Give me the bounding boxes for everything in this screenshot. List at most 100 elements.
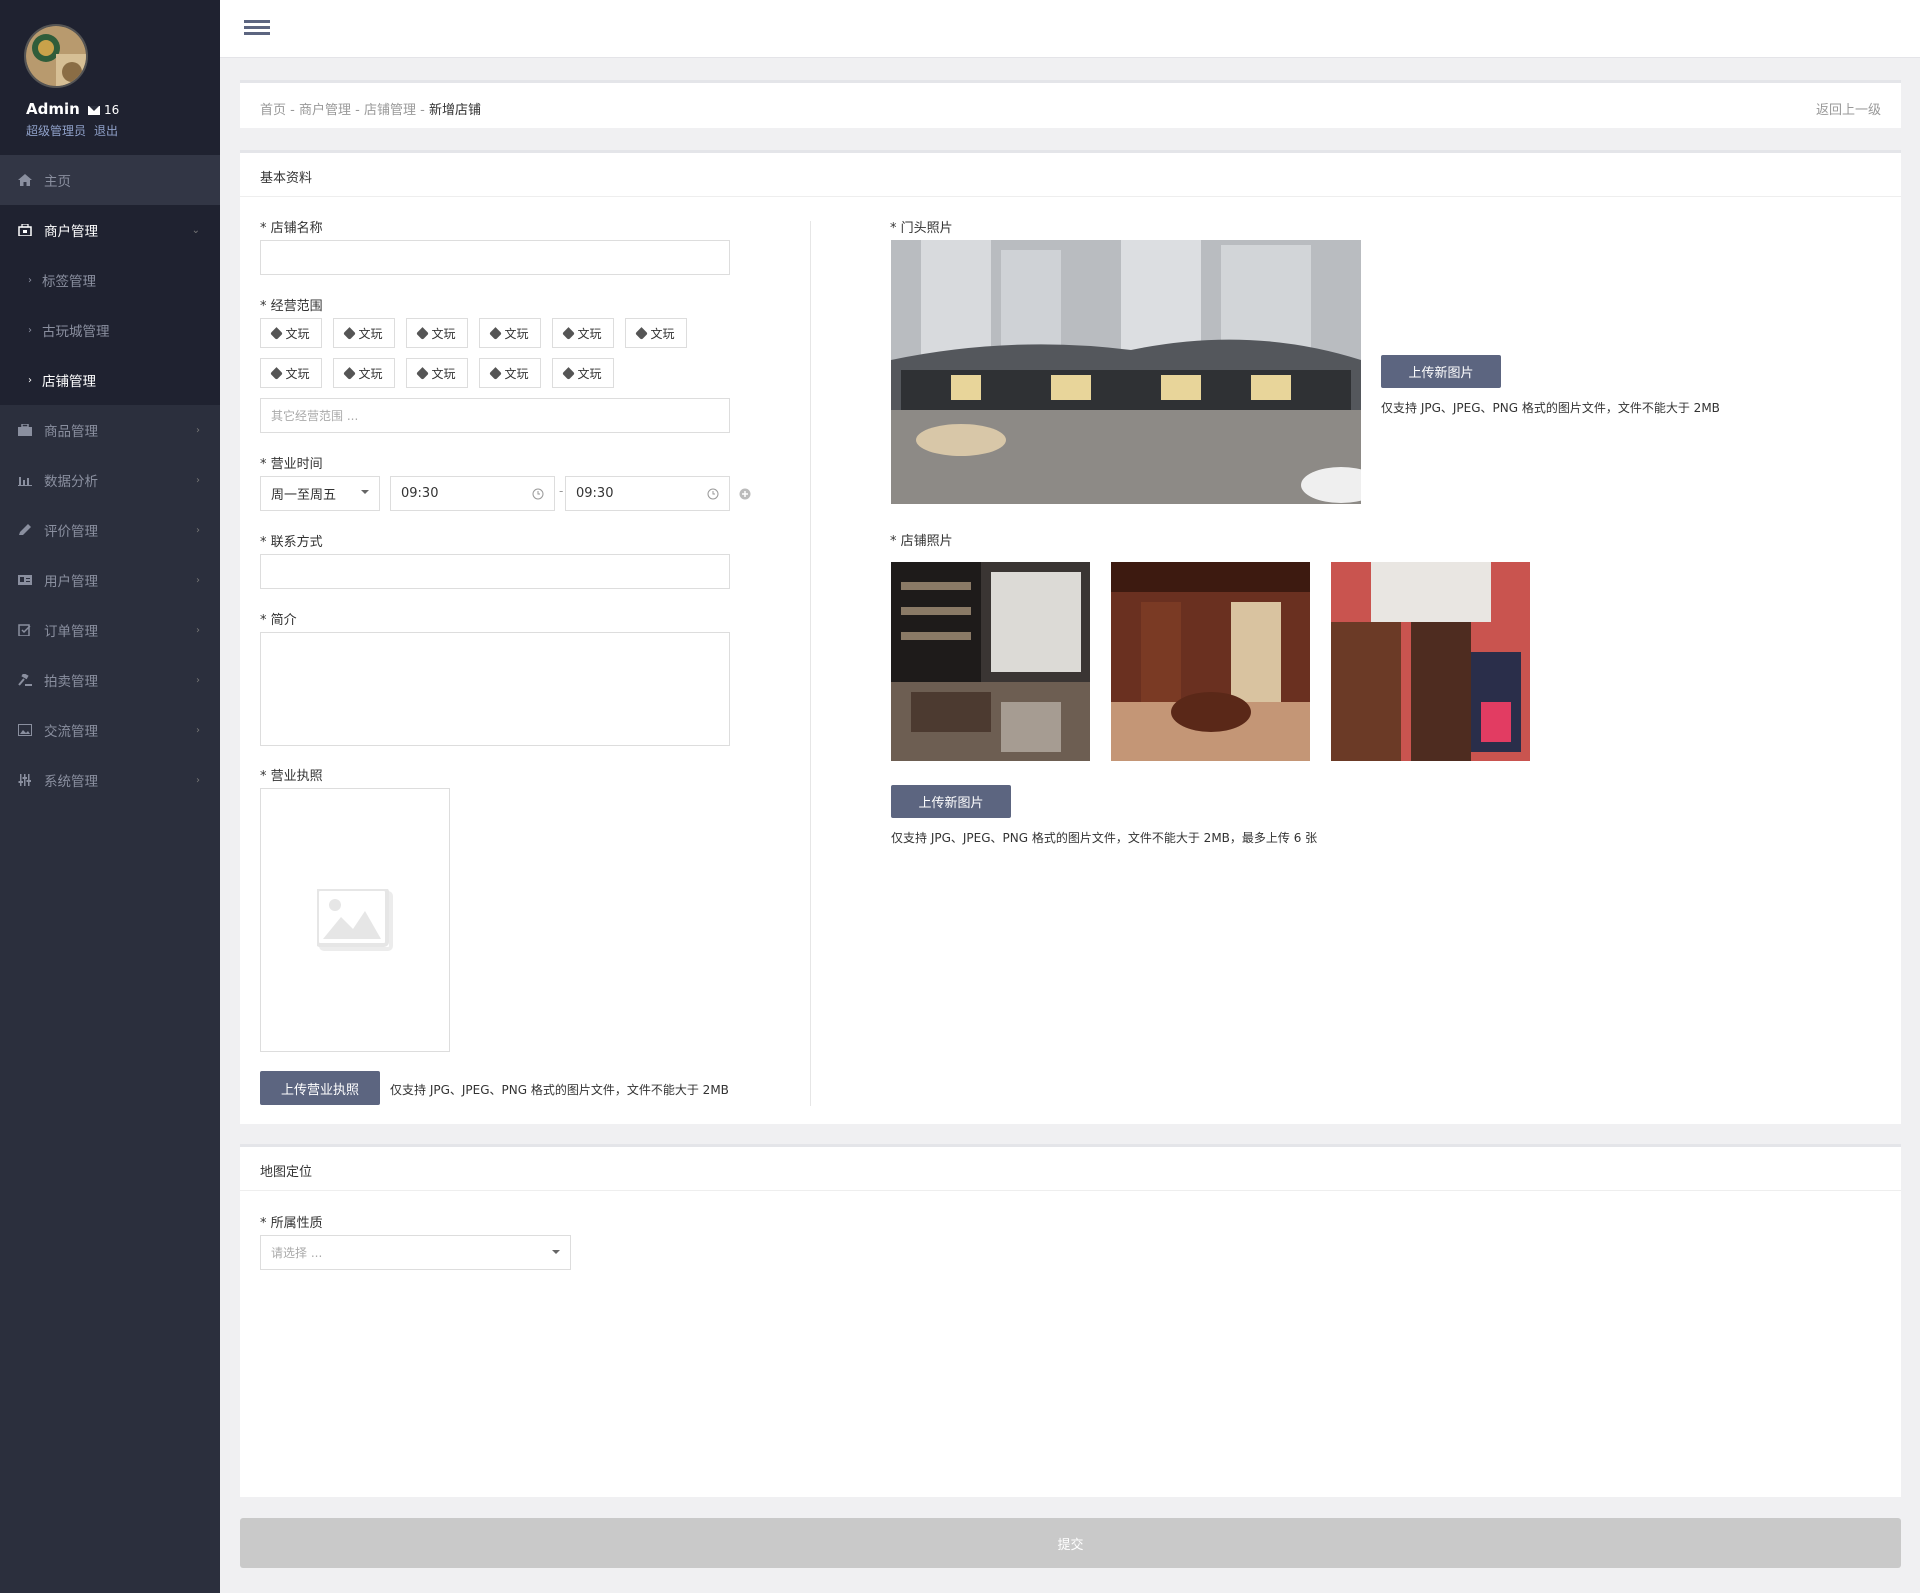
gavel-icon [18, 674, 32, 686]
nature-select[interactable]: 请选择 ... [260, 1235, 571, 1270]
scope-other-placeholder: 其它经营范围 ... [271, 409, 359, 423]
scope-tag[interactable]: 文玩 [625, 318, 687, 348]
license-preview[interactable] [260, 788, 450, 1052]
mail-badge[interactable]: 16 [88, 103, 119, 117]
scope-tag[interactable]: 文玩 [333, 318, 395, 348]
scope-tag[interactable]: 文玩 [406, 318, 468, 348]
envelope-icon [88, 105, 100, 115]
scope-tag[interactable]: 文玩 [260, 358, 322, 388]
upload-license-button[interactable]: 上传营业执照 [260, 1071, 380, 1105]
nav-tag-manage-label: 标签管理 [42, 274, 96, 290]
nav-goods[interactable]: 商品管理 › [0, 405, 220, 455]
breadcrumb-shop[interactable]: 店铺管理 [364, 103, 416, 118]
shop-photo-1[interactable] [891, 562, 1090, 761]
role-label: 超级管理员 [26, 124, 87, 138]
nav-orders-label: 订单管理 [44, 624, 98, 640]
scope-tag-label: 文玩 [504, 366, 529, 381]
shop-icon [18, 224, 32, 236]
scope-tag[interactable]: 文玩 [406, 358, 468, 388]
shop-photos-label: 店铺照片 [890, 530, 953, 549]
nav-merchant-label: 商户管理 [44, 224, 98, 240]
shop-name-input[interactable] [260, 240, 730, 275]
nature-placeholder: 请选择 ... [271, 1246, 323, 1260]
nav-users[interactable]: 用户管理 › [0, 555, 220, 605]
image-placeholder-icon [317, 889, 393, 951]
scope-tag[interactable]: 文玩 [552, 358, 614, 388]
tag-icon [489, 366, 503, 380]
breadcrumb-current: 新增店铺 [428, 103, 481, 118]
caret-down-icon [361, 490, 369, 494]
front-photo[interactable] [891, 240, 1361, 504]
shop-photo-2[interactable] [1111, 562, 1310, 761]
shop-photos-hint: 仅支持 JPG、JPEG、PNG 格式的图片文件，文件不能大于 2MB，最多上传… [891, 831, 1318, 845]
scope-tag-label: 文玩 [577, 366, 602, 381]
hours-end-value: 09:30 [576, 486, 614, 501]
hours-start-input[interactable]: 09:30 [390, 476, 555, 511]
hours-separator: - [559, 484, 564, 498]
breadcrumb-card: 首页 - 商户管理 - 店铺管理 - 新增店铺 返回上一级 [240, 80, 1901, 128]
nav-tag-manage[interactable]: › 标签管理 [0, 255, 220, 305]
clipboard-icon [18, 624, 31, 636]
nav-orders[interactable]: 订单管理 › [0, 605, 220, 655]
map-card: 地图定位 所属性质 请选择 ... [240, 1144, 1901, 1497]
basic-info-title: 基本资料 [240, 153, 1901, 197]
sidebar: Admin 16 超级管理员 退出 主页 商户管理 ⌄ › 标签管理 › 古玩城管理 … [0, 0, 220, 1593]
scope-tag-label: 文玩 [504, 326, 529, 341]
tag-icon [562, 326, 576, 340]
tag-icon [635, 326, 649, 340]
nav-antique-city[interactable]: › 古玩城管理 [0, 305, 220, 355]
nav-reviews-label: 评价管理 [44, 524, 98, 540]
hours-end-input[interactable]: 09:30 [565, 476, 730, 511]
nav-merchant[interactable]: 商户管理 ⌄ [0, 205, 220, 255]
nav-auction[interactable]: 拍卖管理 › [0, 655, 220, 705]
nav-analytics[interactable]: 数据分析 › [0, 455, 220, 505]
bar-chart-icon [18, 477, 32, 486]
caret-down-icon [552, 1250, 560, 1254]
nav-system[interactable]: 系统管理 › [0, 755, 220, 805]
nav-analytics-label: 数据分析 [44, 474, 98, 490]
back-link[interactable]: 返回上一级 [1816, 99, 1881, 118]
nav-home[interactable]: 主页 [0, 155, 220, 205]
scope-tag[interactable]: 文玩 [479, 318, 541, 348]
license-hint: 仅支持 JPG、JPEG、PNG 格式的图片文件，文件不能大于 2MB [390, 1083, 729, 1097]
hours-days-select[interactable]: 周一至周五 [260, 476, 380, 511]
front-photo-label: 门头照片 [890, 217, 953, 236]
scope-tag-label: 文玩 [358, 326, 383, 341]
merchant-submenu: › 标签管理 › 古玩城管理 › 店铺管理 [0, 255, 220, 405]
upload-shop-photos-button[interactable]: 上传新图片 [891, 785, 1011, 818]
nav-reviews[interactable]: 评价管理 › [0, 505, 220, 555]
nav-system-label: 系统管理 [44, 774, 98, 790]
scope-other-input[interactable]: 其它经营范围 ... [260, 398, 730, 433]
contact-input[interactable] [260, 554, 730, 589]
plus-circle-icon[interactable] [739, 488, 751, 500]
nav-exchange[interactable]: 交流管理 › [0, 705, 220, 755]
breadcrumb-home[interactable]: 首页 [260, 103, 286, 118]
role-line: 超级管理员 退出 [26, 122, 126, 139]
mail-count: 16 [104, 103, 120, 117]
upload-front-photo-button[interactable]: 上传新图片 [1381, 355, 1501, 388]
topbar [220, 0, 1920, 58]
breadcrumb-merchant[interactable]: 商户管理 [299, 103, 351, 118]
intro-textarea[interactable] [260, 632, 730, 746]
submit-button[interactable]: 提交 [240, 1518, 1901, 1568]
chevron-right-icon: › [28, 374, 32, 386]
menu-icon[interactable] [244, 20, 270, 40]
chevron-right-icon: › [196, 774, 200, 786]
tag-icon [489, 326, 503, 340]
clock-icon [532, 488, 544, 500]
chevron-right-icon: › [196, 474, 200, 486]
hours-label: 营业时间 [260, 453, 323, 472]
nav-shop-manage[interactable]: › 店铺管理 [0, 355, 220, 405]
breadcrumb: 首页 - 商户管理 - 店铺管理 - 新增店铺 [260, 99, 481, 118]
scope-tag[interactable]: 文玩 [479, 358, 541, 388]
scope-tag-label: 文玩 [431, 366, 456, 381]
scope-tag[interactable]: 文玩 [260, 318, 322, 348]
logout-link[interactable]: 退出 [94, 124, 118, 138]
tag-icon [562, 366, 576, 380]
username: Admin [26, 100, 80, 118]
scope-tag[interactable]: 文玩 [552, 318, 614, 348]
shop-photo-3[interactable] [1331, 562, 1530, 761]
scope-tag[interactable]: 文玩 [333, 358, 395, 388]
avatar[interactable] [24, 24, 88, 88]
nav-shop-manage-label: 店铺管理 [42, 374, 96, 390]
